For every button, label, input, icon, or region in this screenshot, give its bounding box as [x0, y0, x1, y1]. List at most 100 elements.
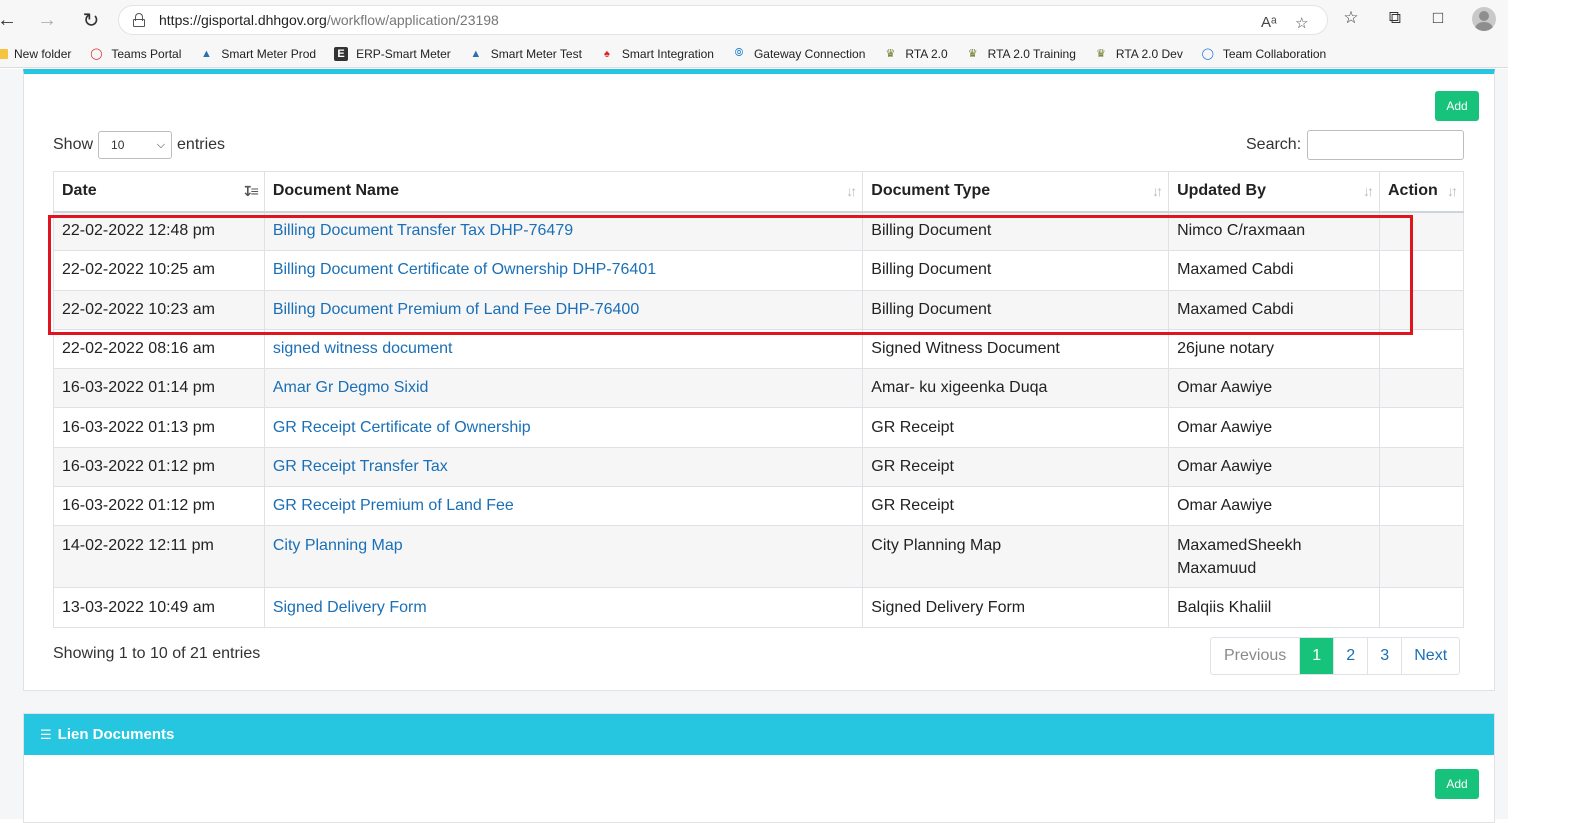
bookmark-label: Smart Meter Prod — [221, 46, 317, 61]
add-lien-document-button[interactable]: Add — [1435, 769, 1479, 799]
sort-icon: ↓↑ — [846, 183, 857, 199]
cell-document-name: Billing Document Premium of Land Fee DHP… — [263, 289, 864, 330]
teams-portal-icon: ◯ — [90, 48, 103, 60]
favorites-icon[interactable]: ☆ — [1340, 8, 1362, 28]
entries-label: entries — [177, 136, 226, 153]
bookmark-item[interactable]: New folder — [0, 47, 71, 61]
add-favorite-icon[interactable]: ☆ — [1295, 14, 1308, 32]
table-header-row: Date ↧≡ Document Name ↓↑ Document Type ↓↑ U… — [53, 171, 1465, 213]
profile-avatar[interactable] — [1472, 7, 1496, 31]
table-row: 22-02-2022 10:25 am Billing Document Cert… — [53, 250, 1465, 291]
bookmark-item[interactable]: ♛ RTA 2.0 — [883, 47, 947, 61]
cell-action — [1378, 446, 1465, 488]
document-link[interactable]: Billing Document Premium of Land Fee DHP… — [273, 301, 639, 318]
document-link[interactable]: City Planning Map — [273, 537, 403, 554]
chevron-down-icon: ⌵ — [156, 138, 166, 151]
cell-action — [1378, 328, 1465, 370]
search-input[interactable] — [1307, 130, 1465, 160]
table-row: 14-02-2022 12:11 pm City Planning Map City… — [53, 525, 1465, 589]
sort-icon: ↓↑ — [1152, 183, 1163, 199]
address-bar[interactable]: https://gisportal.dhhgov.org/workflow/ap… — [118, 5, 1328, 35]
read-aloud-icon[interactable]: Aᵃ — [1261, 14, 1277, 31]
page-button-2[interactable]: 2 — [1334, 638, 1369, 674]
document-link[interactable]: GR Receipt Transfer Tax — [273, 458, 448, 475]
cell-document-name: GR Receipt Certificate of Ownership — [263, 407, 864, 448]
page-length-select[interactable]: 10 ⌵ — [98, 131, 173, 159]
page-length-value: 10 — [111, 138, 125, 152]
cell-document-type-text: GR Receipt — [871, 457, 954, 475]
cell-updated-by: 26june notary — [1168, 328, 1380, 370]
cell-date-text: 22-02-2022 10:25 am — [62, 261, 215, 279]
bookmark-label: RTA 2.0 Training — [987, 46, 1076, 61]
document-link[interactable]: Signed Delivery Form — [273, 599, 427, 616]
cell-document-type: Billing Document — [862, 250, 1170, 291]
cell-date-text: 14-02-2022 12:11 pm — [62, 537, 214, 555]
page-content: Add Show 10 ⌵ entries Search: Date ↧≡ Doc… — [0, 69, 1508, 823]
cell-date: 22-02-2022 08:16 am — [53, 328, 265, 370]
back-icon[interactable]: ← — [0, 3, 24, 37]
cell-date-text: 16-03-2022 01:13 pm — [62, 418, 215, 436]
bookmark-item[interactable]: ▲ Smart Meter Prod — [199, 47, 316, 61]
add-document-button[interactable]: Add — [1435, 91, 1479, 121]
cell-document-type: Signed Witness Document — [862, 328, 1170, 370]
column-header-document-type[interactable]: Document Type ↓↑ — [862, 171, 1170, 213]
next-page-button[interactable]: Next — [1402, 638, 1459, 674]
cell-updated-by: Omar Aawiye — [1168, 407, 1380, 448]
forward-icon[interactable]: → — [30, 3, 64, 37]
bookmark-item[interactable]: ⦾ Gateway Connection — [732, 46, 866, 61]
cell-date: 16-03-2022 01:14 pm — [53, 368, 265, 409]
cell-updated-by-text: Omar Aawiye — [1177, 379, 1273, 397]
bookmark-label: Gateway Connection — [753, 46, 866, 61]
document-link[interactable]: GR Receipt Premium of Land Fee — [273, 497, 514, 514]
document-link[interactable]: signed witness document — [273, 340, 453, 357]
previous-page-button[interactable]: Previous — [1211, 638, 1301, 674]
cell-document-type-text: GR Receipt — [871, 497, 954, 515]
page-button-1[interactable]: 1 — [1300, 638, 1335, 674]
bookmark-item[interactable]: ◯ Teams Portal — [89, 47, 181, 61]
folder-icon — [0, 48, 8, 59]
cell-document-name: Billing Document Certificate of Ownershi… — [263, 250, 864, 291]
lock-icon — [133, 13, 145, 27]
table-row: 16-03-2022 01:14 pm Amar Gr Degmo Sixid Am… — [53, 368, 1465, 409]
cell-date-text: 16-03-2022 01:12 pm — [62, 497, 215, 515]
collections-icon[interactable]: ⧉ — [1384, 8, 1406, 28]
page-button-3[interactable]: 3 — [1368, 638, 1403, 674]
bookmark-label: RTA 2.0 Dev — [1115, 46, 1183, 61]
bookmark-item[interactable]: ♛ RTA 2.0 Dev — [1094, 47, 1183, 61]
column-header-updated-by[interactable]: Updated By ↓↑ — [1168, 171, 1380, 213]
refresh-icon[interactable]: ↻ — [74, 3, 108, 37]
bookmark-item[interactable]: E ERP-Smart Meter — [334, 46, 451, 61]
cell-document-type: GR Receipt — [862, 486, 1170, 527]
url-host: https://gisportal.dhhgov.org — [159, 12, 327, 28]
column-header-document-name[interactable]: Document Name ↓↑ — [263, 171, 864, 213]
document-link[interactable]: Billing Document Transfer Tax DHP-76479 — [273, 222, 573, 239]
cell-updated-by: Omar Aawiye — [1168, 486, 1380, 527]
column-header-action[interactable]: Action ↓↑ — [1378, 171, 1465, 213]
cell-document-type: GR Receipt — [862, 446, 1170, 488]
cell-updated-by: Maxamed Cabdi — [1168, 250, 1380, 291]
cell-document-name: signed witness document — [263, 328, 864, 370]
bookmark-label: Teams Portal — [111, 46, 182, 61]
bookmark-item[interactable]: ▲ Smart Meter Test — [469, 47, 582, 61]
document-link[interactable]: Billing Document Certificate of Ownershi… — [273, 261, 656, 278]
cell-document-name: GR Receipt Premium of Land Fee — [263, 486, 864, 527]
cell-action — [1378, 587, 1465, 628]
table-row: 16-03-2022 01:13 pm GR Receipt Certificat… — [53, 407, 1465, 448]
column-header-date[interactable]: Date ↧≡ — [53, 171, 265, 213]
document-link[interactable]: GR Receipt Certificate of Ownership — [273, 419, 531, 436]
url-path: /workflow/application/23198 — [326, 12, 499, 28]
bookmark-item[interactable]: ◯ Team Collaboration — [1201, 46, 1327, 61]
bookmark-item[interactable]: ♛ RTA 2.0 Training — [966, 47, 1076, 61]
bookmark-item[interactable]: ♠ Smart Integration — [600, 47, 714, 61]
crest-icon: ♛ — [885, 48, 896, 60]
bookmark-label: Team Collaboration — [1222, 46, 1327, 61]
table-info: Showing 1 to 10 of 21 entries — [53, 645, 261, 662]
bookmark-label: ERP-Smart Meter — [356, 46, 451, 61]
extensions-icon[interactable]: □ — [1427, 8, 1449, 28]
document-link[interactable]: Amar Gr Degmo Sixid — [273, 379, 429, 396]
cell-date-text: 13-03-2022 10:49 am — [62, 598, 215, 616]
cell-action — [1378, 368, 1465, 409]
cell-action — [1378, 250, 1465, 291]
cell-updated-by-text: Omar Aawiye — [1177, 497, 1273, 515]
cell-document-name: City Planning Map — [263, 525, 864, 589]
